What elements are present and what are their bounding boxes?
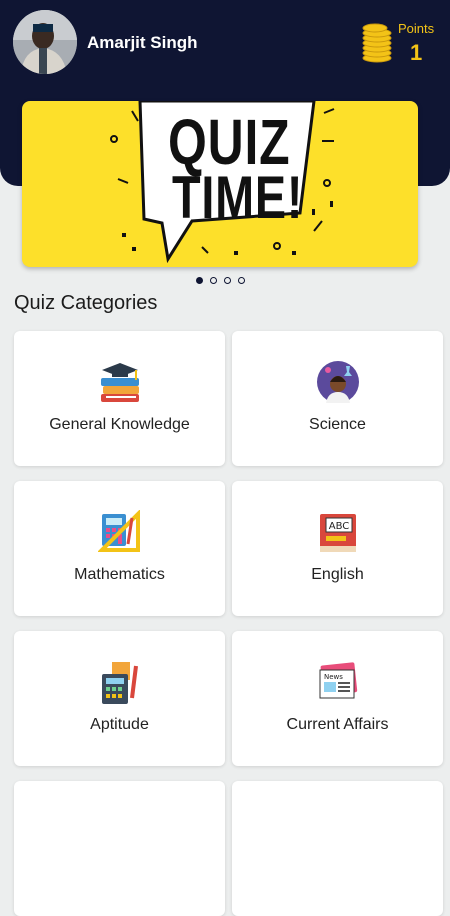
newspaper-icon: News bbox=[319, 662, 358, 699]
category-card-aptitude[interactable]: Aptitude bbox=[14, 631, 225, 766]
category-label: Science bbox=[309, 416, 366, 433]
calculator-ruler-icon bbox=[98, 510, 140, 552]
category-label: Current Affairs bbox=[286, 716, 389, 733]
category-label: Aptitude bbox=[90, 716, 149, 733]
svg-text:ABC: ABC bbox=[329, 521, 350, 532]
category-card-science[interactable]: Science bbox=[232, 331, 443, 466]
abc-book-icon: ABC bbox=[320, 514, 356, 552]
category-card-general-knowledge[interactable]: General Knowledge bbox=[14, 331, 225, 466]
svg-text:News: News bbox=[324, 673, 343, 681]
category-label: General Knowledge bbox=[49, 416, 190, 433]
coins-icon bbox=[362, 23, 392, 63]
carousel-dot[interactable] bbox=[224, 277, 231, 284]
section-title: Quiz Categories bbox=[14, 292, 158, 314]
carousel-indicator[interactable] bbox=[196, 277, 245, 284]
category-label: Mathematics bbox=[74, 566, 165, 583]
category-card-mathematics[interactable]: Mathematics bbox=[14, 481, 225, 616]
carousel-dot[interactable] bbox=[210, 277, 217, 284]
user-name: Amarjit Singh bbox=[87, 33, 198, 52]
category-label: English bbox=[311, 566, 364, 583]
calculator-pencil-icon bbox=[102, 662, 138, 704]
points-label: Points bbox=[398, 21, 435, 36]
carousel-dot[interactable] bbox=[238, 277, 245, 284]
category-card-english[interactable]: ABC English bbox=[232, 481, 443, 616]
scientist-icon bbox=[317, 361, 359, 403]
category-card-current-affairs[interactable]: News Current Affairs bbox=[232, 631, 443, 766]
books-graduation-cap-icon bbox=[101, 363, 139, 402]
avatar[interactable] bbox=[13, 10, 77, 74]
quiz-banner[interactable]: QUIZ TIME! bbox=[22, 101, 418, 267]
category-card[interactable] bbox=[232, 781, 443, 916]
carousel-dot[interactable] bbox=[196, 277, 203, 284]
category-card[interactable] bbox=[14, 781, 225, 916]
points-value: 1 bbox=[410, 40, 423, 65]
banner-title-line2: TIME! bbox=[172, 164, 304, 231]
